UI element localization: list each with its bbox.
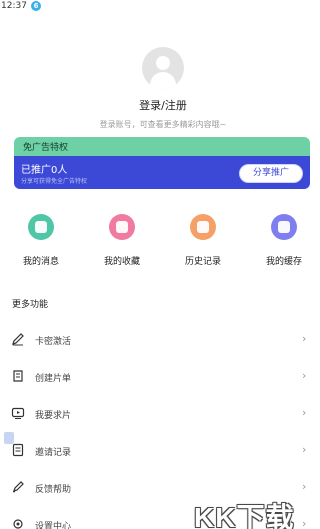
heart-icon (109, 214, 135, 240)
more-functions-title: 更多功能 (12, 300, 49, 310)
promotion-hint: 分享可获得免全广告特权 (21, 178, 88, 185)
quick-action-history[interactable]: 历史记录 (173, 214, 233, 267)
quick-action-cache[interactable]: 我的缓存 (254, 214, 314, 267)
avatar-body-shape (150, 72, 176, 89)
pen-icon (12, 333, 24, 346)
status-bar: 12:37 6 (0, 0, 310, 14)
menu-item-invite-records[interactable]: 邀请记录 › (0, 432, 310, 469)
menu-item-label: 创建片单 (35, 374, 72, 384)
invite-record-icon (12, 443, 24, 457)
chevron-right-icon: › (302, 406, 307, 419)
share-promote-button[interactable]: 分享推广 (239, 164, 303, 183)
status-time: 12:37 (1, 1, 27, 11)
history-icon (190, 214, 216, 240)
floating-side-handle[interactable] (4, 432, 14, 444)
chevron-right-icon: › (302, 369, 307, 382)
promoted-count: 已推广0人 (21, 165, 68, 176)
settings-icon (13, 519, 23, 529)
avatar[interactable] (142, 47, 184, 89)
menu-item-card-activation[interactable]: 卡密激活 › (0, 321, 310, 358)
menu-item-label: 设置中心 (35, 522, 72, 529)
cache-icon (271, 214, 297, 240)
watermark-text: KK下载 (194, 502, 295, 529)
chevron-right-icon: › (302, 480, 307, 493)
ad-free-title: 免广告特权 (23, 143, 69, 153)
quick-action-label: 历史记录 (184, 257, 221, 267)
notification-badge-icon: 6 (31, 1, 41, 11)
message-icon (28, 214, 54, 240)
login-register-link[interactable]: 登录/注册 (0, 97, 320, 113)
playlist-icon (13, 370, 23, 382)
login-subtitle: 登录账号，可查看更多精彩内容哦~ (99, 120, 227, 129)
quick-action-label: 我的收藏 (103, 257, 140, 267)
menu-item-label: 我要求片 (35, 411, 72, 421)
menu-item-label: 卡密激活 (35, 337, 72, 347)
menu-item-label: 反馈帮助 (35, 485, 72, 495)
feedback-icon (13, 481, 24, 493)
quick-action-favorites[interactable]: 我的收藏 (92, 214, 152, 267)
menu-item-request-video[interactable]: 我要求片 › (0, 395, 310, 432)
watermark: KK下载 (190, 496, 310, 529)
chevron-right-icon: › (302, 443, 307, 456)
avatar-head-shape (156, 56, 170, 70)
menu-item-create-playlist[interactable]: 创建片单 › (0, 358, 310, 395)
quick-action-messages[interactable]: 我的消息 (11, 214, 71, 267)
ad-free-header: 免广告特权 (14, 137, 310, 156)
request-video-icon (11, 407, 25, 419)
quick-action-label: 我的消息 (22, 257, 59, 267)
menu-item-label: 邀请记录 (35, 448, 72, 458)
chevron-right-icon: › (302, 332, 307, 345)
quick-action-label: 我的缓存 (265, 257, 302, 267)
